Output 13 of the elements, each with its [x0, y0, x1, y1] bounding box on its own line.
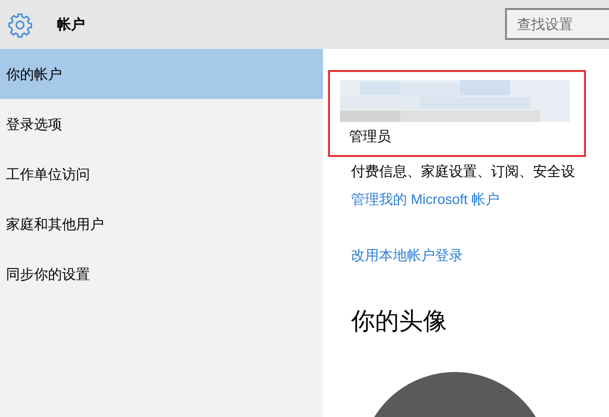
- sidebar-item[interactable]: 工作单位访问: [0, 149, 323, 199]
- manage-account-link[interactable]: 管理我的 Microsoft 帐户: [351, 189, 500, 210]
- local-account-link[interactable]: 改用本地帐户登录: [351, 245, 463, 266]
- page-title: 帐户: [57, 15, 85, 34]
- account-role: 管理员: [349, 127, 391, 146]
- sidebar-item[interactable]: 你的帐户: [0, 49, 323, 99]
- account-description: 付费信息、家庭设置、订阅、安全设: [351, 162, 575, 181]
- sidebar-item[interactable]: 同步你的设置: [0, 249, 323, 299]
- sidebar-item[interactable]: 登录选项: [0, 99, 323, 149]
- settings-icon: [7, 12, 33, 38]
- search-field[interactable]: 查找设置: [505, 8, 609, 40]
- sidebar-item[interactable]: 家庭和其他用户: [0, 199, 323, 249]
- section-heading: 你的头像: [351, 307, 447, 337]
